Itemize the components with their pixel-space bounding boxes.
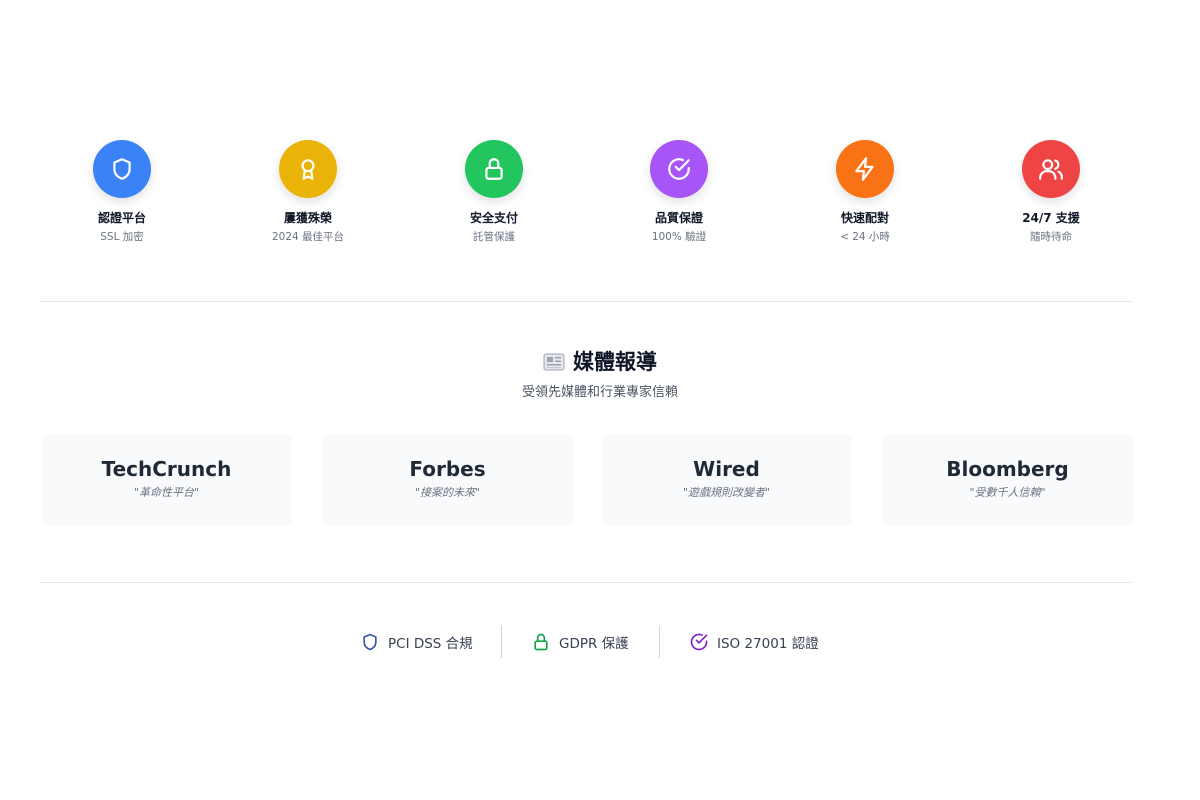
badge-circle xyxy=(836,140,894,198)
badge-support: 24/7 支援 隨時待命 xyxy=(981,140,1121,244)
compliance-label: GDPR 保護 xyxy=(559,636,629,652)
lock-icon xyxy=(485,158,503,180)
badge-circle xyxy=(279,140,337,198)
media-section-heading: 媒體報導 xyxy=(0,348,1200,379)
badge-fast-matching: 快速配對 < 24 小時 xyxy=(795,140,935,244)
section-divider xyxy=(40,582,1133,583)
compliance-separator xyxy=(501,626,502,658)
media-card-wired[interactable]: Wired "遊戲規則改變者" xyxy=(601,434,852,526)
lightning-icon xyxy=(855,157,874,181)
badge-title: 認證平台 xyxy=(97,211,146,225)
shield-icon xyxy=(113,158,131,180)
media-heading-text: 媒體報導 xyxy=(573,350,657,374)
badge-circle xyxy=(465,140,523,198)
badge-subtitle: 100% 驗證 xyxy=(651,231,707,243)
media-card-forbes[interactable]: Forbes "接案的未來" xyxy=(322,434,573,526)
badge-title: 安全支付 xyxy=(469,211,518,225)
compliance-label: PCI DSS 合規 xyxy=(388,636,473,652)
badge-subtitle: < 24 小時 xyxy=(840,231,890,243)
badge-circle xyxy=(1022,140,1080,198)
badge-circle xyxy=(93,140,151,198)
media-outlet-name: TechCrunch xyxy=(101,457,232,481)
compliance-row: PCI DSS 合規 GDPR 保護 ISO 27001 認證 xyxy=(0,626,1200,658)
badge-subtitle: 2024 最佳平台 xyxy=(271,231,345,243)
media-card-techcrunch[interactable]: TechCrunch "革命性平台" xyxy=(41,434,292,526)
badge-subtitle: SSL 加密 xyxy=(100,231,144,243)
badge-certified-platform: 認證平台 SSL 加密 xyxy=(52,140,192,244)
trust-badges-row: 認證平台 SSL 加密 屢獲殊榮 2024 最佳平台 安全支付 託管保護 品質保… xyxy=(0,140,1200,250)
section-divider xyxy=(40,301,1133,302)
badge-title: 品質保證 xyxy=(654,211,703,225)
media-outlet-name: Bloomberg xyxy=(946,457,1069,481)
compliance-separator xyxy=(659,626,660,658)
badge-award-winning: 屢獲殊榮 2024 最佳平台 xyxy=(238,140,378,244)
award-icon xyxy=(301,159,315,180)
media-outlet-quote: "遊戲規則改變者" xyxy=(682,486,771,499)
media-outlet-name: Forbes xyxy=(409,457,486,481)
lock-icon xyxy=(534,633,548,651)
media-card-bloomberg[interactable]: Bloomberg "受數千人信賴" xyxy=(882,434,1133,526)
compliance-iso-27001: ISO 27001 認證 xyxy=(689,630,819,654)
check-circle-icon xyxy=(668,158,690,180)
media-outlet-name: Wired xyxy=(693,457,760,481)
media-outlet-quote: "革命性平台" xyxy=(133,486,200,499)
badge-subtitle: 託管保護 xyxy=(473,231,515,243)
compliance-gdpr: GDPR 保護 xyxy=(531,630,629,654)
compliance-pci-dss: PCI DSS 合規 xyxy=(360,630,473,654)
badge-title: 屢獲殊榮 xyxy=(283,211,332,225)
users-icon xyxy=(1039,159,1063,180)
badge-subtitle: 隨時待命 xyxy=(1030,231,1072,243)
badge-circle xyxy=(650,140,708,198)
badge-title: 快速配對 xyxy=(840,211,889,225)
badge-title: 24/7 支援 xyxy=(1022,211,1080,225)
compliance-label: ISO 27001 認證 xyxy=(717,636,819,652)
check-circle-icon xyxy=(690,633,708,651)
media-outlet-quote: "接案的未來" xyxy=(414,486,481,499)
badge-quality-guarantee: 品質保證 100% 驗證 xyxy=(609,140,749,244)
trust-section: 認證平台 SSL 加密 屢獲殊榮 2024 最佳平台 安全支付 託管保護 品質保… xyxy=(0,0,1200,800)
badge-secure-payment: 安全支付 託管保護 xyxy=(424,140,564,244)
newspaper-icon xyxy=(543,351,565,379)
media-subheading: 受領先媒體和行業專家信賴 xyxy=(521,385,678,400)
shield-icon xyxy=(363,633,377,651)
media-outlet-quote: "受數千人信賴" xyxy=(969,486,1046,499)
